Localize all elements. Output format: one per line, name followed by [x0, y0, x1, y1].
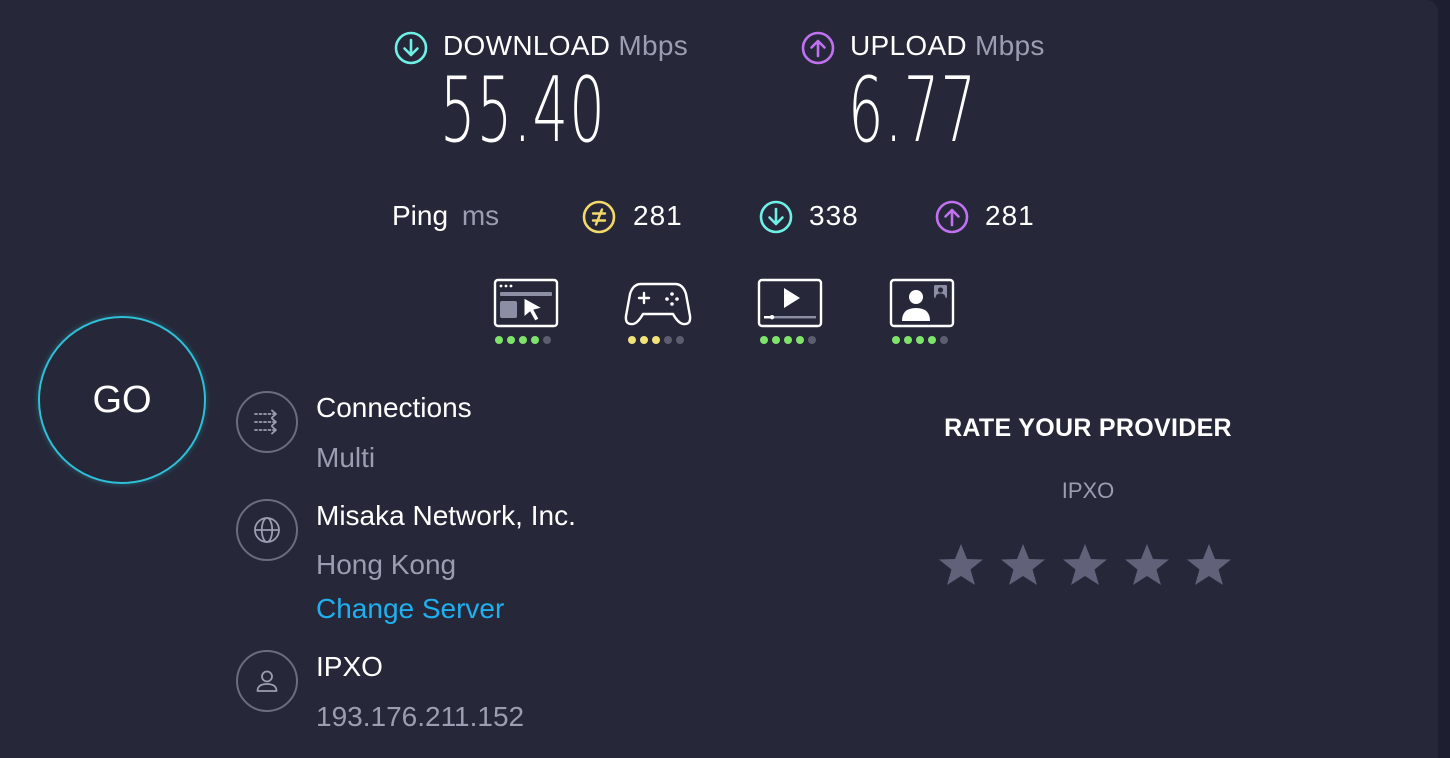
star-icon[interactable]: [1186, 542, 1232, 588]
server-name: Misaka Network, Inc.: [316, 500, 576, 531]
speedtest-panel: DOWNLOAD Mbps 55.40 UPLOAD Mbps 6.77 Pin…: [0, 0, 1438, 758]
idle-ping-value: 281: [633, 200, 683, 231]
arrow-up-circle-icon: [801, 31, 835, 65]
rating-dot: [772, 336, 780, 344]
rating-dot: [676, 336, 684, 344]
rating-dot: [507, 336, 515, 344]
gamepad-icon: [624, 282, 692, 326]
rating-dot: [916, 336, 924, 344]
rating-dot: [784, 336, 792, 344]
web-browsing-icon: [493, 278, 559, 328]
download-ping-value: 338: [809, 200, 859, 231]
rating-dot: [664, 336, 672, 344]
ping-unit: ms: [461, 200, 500, 231]
download-value: 55.40: [440, 58, 606, 163]
server-icon-circle: [236, 499, 298, 561]
rating-dot: [531, 336, 539, 344]
rating-dot: [904, 336, 912, 344]
star-icon[interactable]: [938, 542, 984, 588]
star-icon[interactable]: [1000, 542, 1046, 588]
globe-icon: [254, 517, 280, 543]
download-label-text: DOWNLOAD: [443, 30, 611, 61]
user-icon: [256, 670, 278, 692]
go-button[interactable]: GO: [38, 316, 206, 484]
gaming-rating: [628, 336, 684, 344]
video-chat-rating: [892, 336, 948, 344]
rating-dot: [628, 336, 636, 344]
rating-dot: [940, 336, 948, 344]
rating-dot: [760, 336, 768, 344]
ping-label: Ping ms: [392, 200, 499, 232]
idle-ping-icon: [582, 200, 616, 234]
download-ping-icon: [759, 200, 793, 234]
provider-icon-circle: [236, 650, 298, 712]
connections-icon: [254, 409, 277, 435]
rating-dot: [495, 336, 503, 344]
rating-dot: [519, 336, 527, 344]
connections-value[interactable]: Multi: [316, 442, 375, 474]
rating-dot: [652, 336, 660, 344]
browsing-rating: [495, 336, 551, 344]
star-icon[interactable]: [1124, 542, 1170, 588]
video-streaming-icon: [757, 278, 823, 328]
rate-provider-title: RATE YOUR PROVIDER: [944, 414, 1232, 442]
star-icon[interactable]: [1062, 542, 1108, 588]
upload-ping-value: 281: [985, 200, 1035, 231]
server-location: Hong Kong: [316, 549, 457, 580]
video-call-icon: [889, 278, 955, 328]
connections-title: Connections: [316, 392, 472, 423]
provider-name: IPXO: [316, 651, 383, 682]
upload-ping-icon: [935, 200, 969, 234]
upload-value: 6.77: [848, 58, 978, 163]
rating-dot: [892, 336, 900, 344]
rate-provider-name: IPXO: [1061, 478, 1115, 503]
rating-dot: [640, 336, 648, 344]
connections-icon-circle: [236, 391, 298, 453]
rating-dot: [543, 336, 551, 344]
rating-stars: [938, 542, 1232, 588]
change-server-link[interactable]: Change Server: [316, 593, 504, 625]
arrow-down-circle-icon: [394, 31, 428, 65]
rating-dot: [796, 336, 804, 344]
ping-label-text: Ping: [392, 200, 449, 231]
provider-ip: 193.176.211.152: [316, 701, 525, 732]
streaming-rating: [760, 336, 816, 344]
rating-dot: [928, 336, 936, 344]
upload-unit: Mbps: [975, 30, 1045, 61]
upload-label-text: UPLOAD: [850, 30, 967, 61]
download-unit: Mbps: [618, 30, 689, 61]
go-button-label: GO: [92, 378, 152, 421]
rating-dot: [808, 336, 816, 344]
